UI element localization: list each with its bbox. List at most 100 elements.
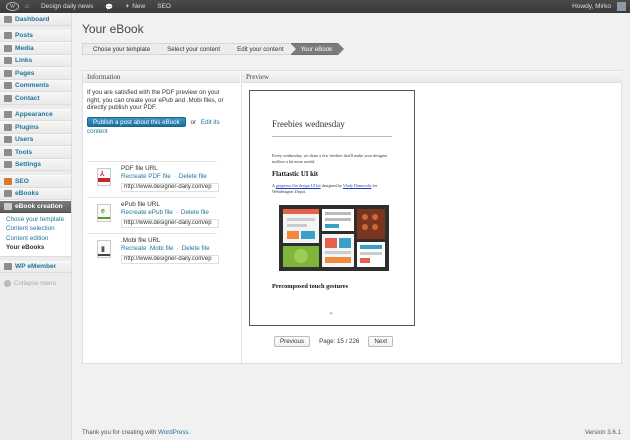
step-edit-content[interactable]: Edit your content [227, 43, 296, 55]
menu-label: Tools [15, 148, 33, 156]
menu-item-appearance[interactable]: Appearance [0, 108, 71, 121]
menu-label: Settings [15, 161, 42, 169]
menu-item-comments[interactable]: Comments [0, 79, 71, 92]
seo-menu[interactable]: SEO [151, 0, 177, 13]
menu-item-settings[interactable]: Settings [0, 158, 71, 171]
version-label: Version 3.6.1 [584, 429, 621, 436]
preview-column: Freebies wednesday Every wednesday, we s… [241, 84, 622, 364]
menu-item-posts[interactable]: Posts [0, 29, 71, 42]
submenu-item-your-ebooks[interactable]: Your eBooks [0, 243, 71, 253]
recreate-epub-link[interactable]: Recreate ePub file [121, 209, 173, 216]
home-icon[interactable]: ⌂ [19, 0, 35, 13]
book-section-heading-2: Precomposed touch gestures [272, 283, 349, 290]
book-section-text: A gorgeous flat design UI kit designed b… [272, 183, 396, 194]
footer-credit: Thank you for creating with WordPress. [82, 429, 190, 436]
media-icon [4, 44, 12, 52]
information-text: If you are satisfied with the PDF previe… [87, 89, 224, 112]
tools-icon [4, 148, 12, 156]
collapse-menu-button[interactable]: Collapse menu [0, 277, 71, 289]
desc-prefix: A [272, 183, 275, 188]
wordpress-link[interactable]: WordPress [158, 429, 189, 436]
menu-label: Media [15, 44, 34, 52]
menu-item-pages[interactable]: Pages [0, 67, 71, 80]
user-greeting[interactable]: Howdy, Mirko [566, 0, 613, 13]
pdf-url-field[interactable]: http://www.designer-daily.com/ep [121, 183, 219, 192]
menu-item-links[interactable]: Links [0, 54, 71, 67]
submenu-item-content-edition[interactable]: Content edition [0, 234, 71, 244]
book-page-title: Freebies wednesday [272, 119, 345, 129]
menu-item-plugins[interactable]: Plugins [0, 121, 71, 134]
new-label: New [132, 3, 146, 10]
title-divider [272, 136, 392, 137]
comments-icon[interactable]: 💬 [99, 0, 119, 13]
contact-icon [4, 94, 12, 102]
menu-item-wp-emember[interactable]: WP eMember [0, 260, 71, 273]
collapse-icon [4, 279, 11, 287]
posts-icon [4, 32, 12, 40]
epub-file-title: ePub file URL [121, 201, 160, 208]
delete-mobi-link[interactable]: Delete file [182, 245, 210, 252]
previous-page-button[interactable]: Previous [274, 336, 311, 347]
desc-mid: designed by [321, 183, 342, 188]
menu-item-dashboard[interactable]: Dashboard [0, 13, 71, 26]
menu-label: Plugins [15, 123, 39, 131]
plus-icon: + [125, 3, 130, 10]
menu-label: SEO [15, 177, 29, 185]
ui-kit-image [279, 205, 389, 271]
recreate-mobi-link[interactable]: Recreate .Mobi file [121, 245, 174, 252]
book-section-heading: Flattastic UI kit [272, 171, 319, 178]
menu-item-users[interactable]: Users [0, 133, 71, 146]
menu-item-ebooks[interactable]: eBooks [0, 187, 71, 200]
menu-label: eBooks [15, 190, 39, 198]
menu-item-media[interactable]: Media [0, 42, 71, 55]
menu-item-ebook-creation[interactable]: eBook creation [0, 200, 71, 213]
menu-item-seo[interactable]: SEO [0, 175, 71, 188]
delete-pdf-link[interactable]: Delete file [179, 173, 207, 180]
ebook-panel: Information Preview If you are satisfied… [82, 70, 622, 364]
book-page-number: P [330, 311, 333, 316]
menu-item-tools[interactable]: Tools [0, 146, 71, 159]
links-icon [4, 57, 12, 65]
settings-icon [4, 161, 12, 169]
menu-label: Dashboard [15, 15, 50, 23]
publish-row: Publish a post about this eBook or Edit … [87, 116, 236, 136]
ebooks-icon [4, 190, 12, 198]
footer-text: Thank you for creating with [82, 429, 157, 436]
menu-label: WP eMember [15, 263, 57, 271]
avatar[interactable] [617, 2, 626, 11]
plugins-icon [4, 123, 12, 131]
new-content-menu[interactable]: + New [119, 0, 151, 13]
menu-label: Pages [15, 69, 35, 77]
desc-link-author[interactable]: Vlady Damovski [343, 183, 372, 188]
next-page-button[interactable]: Next [368, 336, 394, 347]
seo-icon [4, 177, 12, 185]
information-heading: Information [83, 71, 240, 83]
ebook-creation-submenu: Chose your template Content selection Co… [0, 212, 71, 257]
submenu-item-template[interactable]: Chose your template [0, 215, 71, 225]
step-choose-template[interactable]: Chose your template [82, 43, 163, 55]
information-column: If you are satisfied with the PDF previe… [83, 84, 240, 364]
admin-bar: W ⌂ Design daily news 💬 + New SEO Howdy, … [0, 0, 630, 13]
recreate-pdf-link[interactable]: Recreate PDF file [121, 173, 171, 180]
mobi-url-field[interactable]: http://www.designer-daily.com/ep [121, 255, 219, 264]
member-icon [4, 263, 12, 271]
submenu-item-content-selection[interactable]: Content selection [0, 224, 71, 234]
menu-label: Links [15, 57, 33, 65]
delete-epub-link[interactable]: Delete file [181, 209, 209, 216]
menu-item-contact[interactable]: Contact [0, 92, 71, 105]
footer-period: . [188, 429, 191, 436]
pdf-file-block: ⅄ PDF file URL Recreate PDF file · Delete … [87, 161, 219, 197]
publish-post-button[interactable]: Publish a post about this eBook [87, 116, 186, 127]
step-select-content[interactable]: Select your content [157, 43, 233, 55]
book-intro-text: Every wednesday, we share a few freebies… [272, 153, 388, 164]
wordpress-logo-icon[interactable]: W [6, 2, 19, 11]
step-your-ebook[interactable]: Your eBook [290, 43, 345, 55]
or-text: or [190, 118, 197, 126]
epub-url-field[interactable]: http://www.designer-daily.com/ep [121, 219, 219, 228]
pdf-file-title: PDF file URL [121, 165, 158, 172]
site-name-link[interactable]: Design daily news [35, 0, 99, 13]
appearance-icon [4, 111, 12, 119]
desc-link-ui-kit[interactable]: gorgeous flat design UI kit [276, 183, 321, 188]
ebook-page-preview: Freebies wednesday Every wednesday, we s… [249, 90, 415, 326]
epub-file-block: e ePub file URL Recreate ePub file · Delet… [87, 197, 219, 233]
